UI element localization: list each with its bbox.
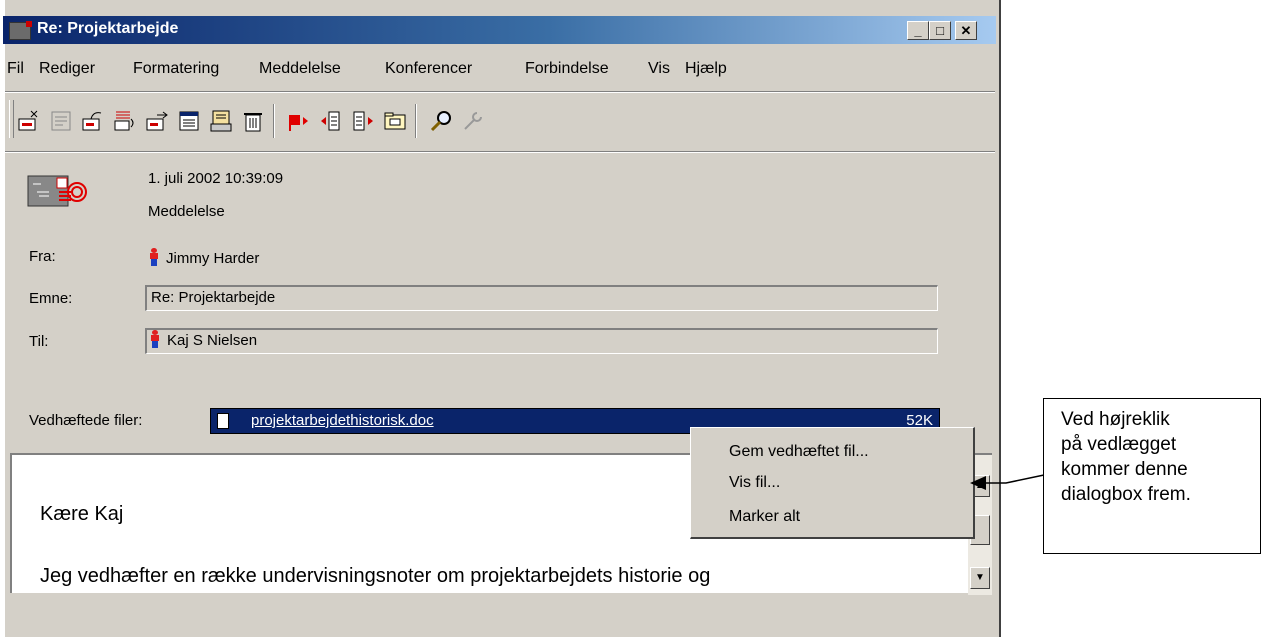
- menu-meddelelse[interactable]: Meddelelse: [259, 60, 341, 78]
- message-window-icon: [9, 21, 32, 40]
- menu-forbindelse[interactable]: Forbindelse: [525, 60, 609, 78]
- subject-field[interactable]: Re: Projektarbejde: [145, 285, 938, 311]
- minimize-button[interactable]: _: [907, 21, 929, 40]
- print-icon[interactable]: [177, 109, 201, 133]
- new-message-icon[interactable]: [17, 109, 41, 133]
- message-type: Meddelelse: [148, 203, 225, 220]
- archive-icon[interactable]: [209, 109, 233, 133]
- callout-line: Ved højreklik: [1061, 409, 1170, 430]
- toolbar-separator: [273, 104, 275, 138]
- to-field[interactable]: Kaj S Nielsen: [145, 328, 938, 354]
- callout-line: kommer denne: [1061, 459, 1188, 480]
- maximize-button[interactable]: □: [929, 21, 951, 40]
- person-icon: [150, 248, 158, 266]
- envelope-stamp-icon: [27, 170, 89, 212]
- attachment-name: projektarbejdethistorisk.doc: [251, 412, 434, 429]
- toolbar-separator-line: [5, 151, 995, 153]
- tools-icon[interactable]: [461, 109, 485, 133]
- menu-hjaelp[interactable]: Hjælp: [685, 60, 727, 78]
- menu-konferencer[interactable]: Konferencer: [385, 60, 472, 78]
- from-value[interactable]: Jimmy Harder: [150, 248, 259, 267]
- from-name: Jimmy Harder: [166, 250, 260, 267]
- toolbar: [5, 92, 995, 152]
- flag-icon[interactable]: [287, 109, 311, 133]
- callout-line: på vedlægget: [1061, 434, 1177, 455]
- callout-arrow-icon: [970, 474, 1045, 490]
- menu-fil[interactable]: Fil: [7, 60, 24, 78]
- title-bar[interactable]: Re: Projektarbejde _ □ ✕: [3, 16, 996, 44]
- close-button[interactable]: ✕: [955, 21, 977, 40]
- callout-line: dialogbox frem.: [1061, 484, 1191, 505]
- menu-formatering[interactable]: Formatering: [133, 60, 219, 78]
- subject-label: Emne:: [29, 290, 73, 307]
- menu-rediger[interactable]: Rediger: [39, 60, 95, 78]
- context-menu: Gem vedhæftet fil... Vis fil... Marker a…: [690, 427, 975, 539]
- send-icon[interactable]: [145, 109, 169, 133]
- toolbar-grip[interactable]: [9, 100, 14, 138]
- to-label: Til:: [29, 333, 49, 350]
- reply-icon[interactable]: [49, 109, 73, 133]
- window-title: Re: Projektarbejde: [37, 20, 179, 37]
- reply-all-icon[interactable]: [81, 109, 105, 133]
- message-date: 1. juli 2002 10:39:09: [148, 170, 284, 187]
- menu-item-view-file[interactable]: Vis fil...: [729, 474, 780, 492]
- delete-icon[interactable]: [241, 109, 265, 133]
- body-text-line: Jeg vedhæfter en række undervisningsnote…: [40, 565, 711, 587]
- toolbar-separator: [415, 104, 417, 138]
- document-icon: [217, 413, 229, 429]
- attachments-label: Vedhæftede filer:: [29, 412, 143, 429]
- menu-item-save-attachment[interactable]: Gem vedhæftet fil...: [729, 443, 869, 461]
- menu-item-select-all[interactable]: Marker alt: [729, 508, 800, 526]
- scroll-down-button[interactable]: ▼: [970, 567, 990, 589]
- annotation-callout: Ved højreklik på vedlægget kommer denne …: [1043, 398, 1261, 554]
- forward-icon[interactable]: [113, 109, 137, 133]
- next-icon[interactable]: [351, 109, 375, 133]
- from-label: Fra:: [29, 248, 56, 265]
- previous-icon[interactable]: [319, 109, 343, 133]
- body-greeting: Kære Kaj: [40, 503, 124, 525]
- move-to-folder-icon[interactable]: [383, 109, 407, 133]
- to-name: Kaj S Nielsen: [167, 332, 258, 349]
- menu-vis[interactable]: Vis: [648, 60, 670, 78]
- person-icon: [151, 330, 159, 348]
- find-icon[interactable]: [429, 109, 453, 133]
